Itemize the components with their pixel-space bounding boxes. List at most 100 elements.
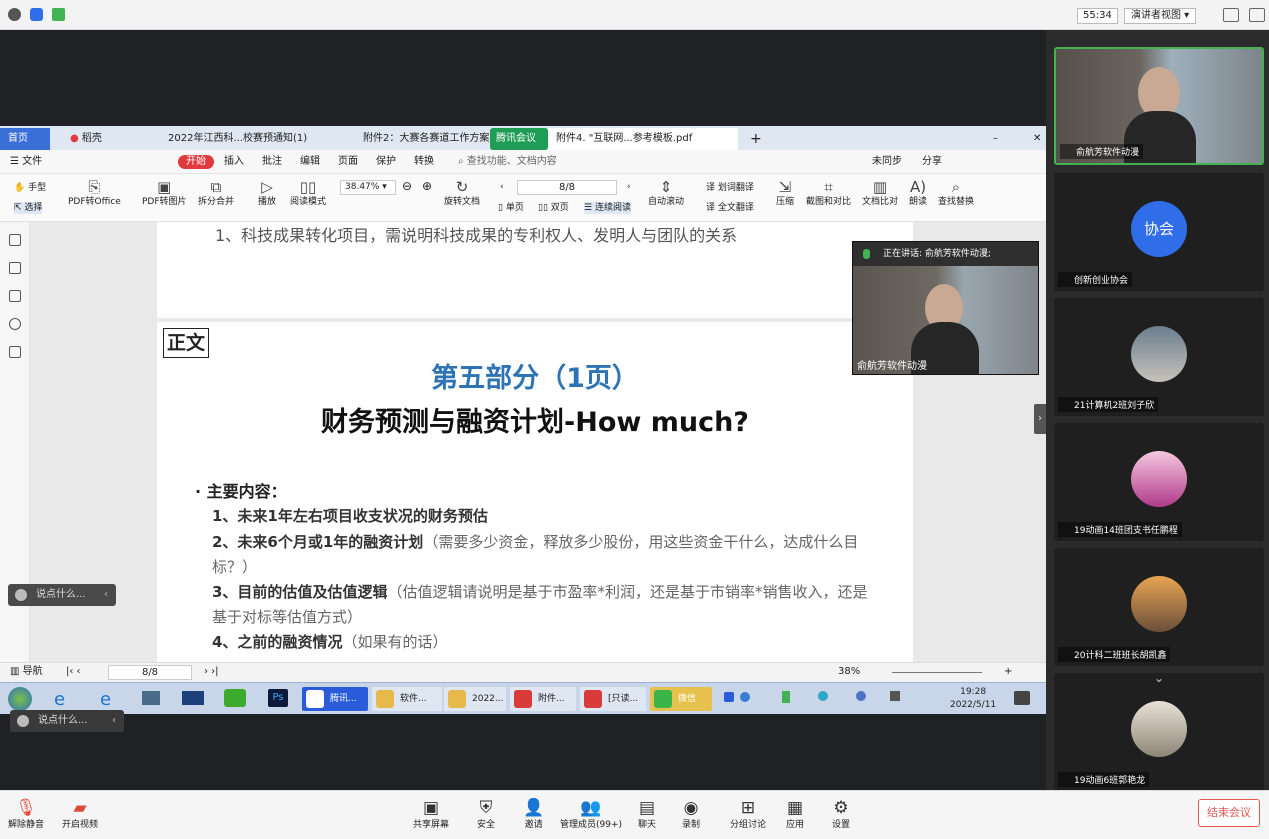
menu-insert[interactable]: 插入 xyxy=(224,155,244,169)
task-folder-software[interactable]: 软件... xyxy=(372,687,442,711)
tray-shield-icon[interactable] xyxy=(856,691,866,701)
tray-battery-icon[interactable] xyxy=(782,691,790,703)
status-page-input[interactable]: 8/8 xyxy=(108,665,192,680)
fullscreen-icon[interactable] xyxy=(1223,8,1239,22)
compress-button[interactable]: ⇲ 压缩 xyxy=(776,178,794,208)
select-tool[interactable]: ⇱ 选择 xyxy=(14,202,43,214)
participant-card[interactable]: 俞航芳软件动漫 xyxy=(1054,47,1264,165)
next-last-icon[interactable]: › ›| xyxy=(204,663,219,681)
explorer-icon[interactable] xyxy=(142,691,160,705)
sync-status[interactable]: 未同步 xyxy=(872,155,902,169)
collapse-icon[interactable]: ‹ xyxy=(112,710,116,732)
zoom-select[interactable]: 38.47% ▾ xyxy=(340,180,396,195)
menu-file[interactable]: ☰ 文件 xyxy=(10,155,42,169)
zoom-out-icon[interactable]: ⊖ xyxy=(402,180,412,192)
participant-card[interactable]: 19动画14班团支书任鹏程 xyxy=(1054,423,1264,541)
collapse-icon[interactable]: ‹ xyxy=(104,584,108,606)
tab-home[interactable]: 首页 xyxy=(0,128,50,150)
participant-card[interactable]: 协会 创新创业协会 xyxy=(1054,173,1264,291)
tab-docer[interactable]: ● 稻壳 xyxy=(62,128,152,150)
signal-icon[interactable] xyxy=(52,8,65,21)
tray-network-icon[interactable] xyxy=(818,691,828,701)
tab-attachment4[interactable]: 附件4. "互联网...参考模板.pdf xyxy=(548,128,738,150)
browser-icon[interactable]: e xyxy=(100,689,111,710)
participant-card[interactable]: 20计科二班班长胡凯鑫 xyxy=(1054,548,1264,666)
task-wechat[interactable]: 微信 xyxy=(650,687,712,711)
next-page-icon[interactable]: › xyxy=(627,181,631,193)
stamp-icon[interactable] xyxy=(9,346,21,358)
participant-card[interactable]: 19动画6班郭艳龙 ⌄ xyxy=(1054,673,1264,791)
task-tencent-meeting[interactable]: 腾讯... xyxy=(302,687,368,711)
shield-icon[interactable] xyxy=(30,8,43,21)
pdf-to-image-button[interactable]: ▣ PDF转图片 xyxy=(142,178,187,208)
full-translate-button[interactable]: 译 全文翻译 xyxy=(706,202,754,214)
search-function[interactable]: ⌕ 查找功能、文档内容 xyxy=(458,155,557,169)
menu-page[interactable]: 页面 xyxy=(338,155,358,169)
system-clock[interactable]: 19:28 2022/5/11 xyxy=(950,686,996,712)
start-video-button[interactable]: ▰ 开启视频 xyxy=(62,797,98,831)
read-aloud-button[interactable]: A) 朗读 xyxy=(909,178,927,208)
zoom-in-icon[interactable]: ⊕ xyxy=(422,180,432,192)
minimize-icon[interactable]: – xyxy=(985,128,1005,150)
first-prev-icon[interactable]: |‹ ‹ xyxy=(66,663,81,681)
hand-tool[interactable]: ✋ 手型 xyxy=(14,182,46,194)
info-icon[interactable] xyxy=(8,8,21,21)
panel-collapse-icon[interactable]: › xyxy=(1034,404,1046,434)
auto-scroll-button[interactable]: ⇕ 自动滚动 xyxy=(648,178,684,208)
bookmark-icon[interactable] xyxy=(9,234,21,246)
chat-button[interactable]: ▤ 聊天 xyxy=(638,797,656,831)
thumbnail-icon[interactable] xyxy=(9,262,21,274)
share-button[interactable]: 分享 xyxy=(922,155,942,169)
record-button[interactable]: ◉ 录制 xyxy=(682,797,700,831)
tab-notice[interactable]: 2022年江西科...校赛预通知(1) xyxy=(160,128,340,150)
prev-page-icon[interactable]: ‹ xyxy=(500,181,504,193)
doc-compare-button[interactable]: ▥ 文档比对 xyxy=(862,178,898,208)
continuous-read-button[interactable]: ☰ 连续阅读 xyxy=(584,202,631,214)
menu-annotate[interactable]: 批注 xyxy=(262,155,282,169)
nav-toggle[interactable]: ▥ 导航 xyxy=(10,663,43,681)
pdf-to-office-button[interactable]: ⎘ PDF转Office xyxy=(68,178,121,208)
photoshop-icon[interactable]: Ps xyxy=(268,689,288,707)
task-folder-2022[interactable]: 2022... xyxy=(444,687,506,711)
security-button[interactable]: ⛨ 安全 xyxy=(477,797,495,831)
ie-icon[interactable]: e xyxy=(54,689,65,710)
play-button[interactable]: ▷ 播放 xyxy=(258,178,276,208)
unmute-button[interactable]: 🎙 解除静音 xyxy=(8,797,44,831)
page-number-input[interactable]: 8/8 xyxy=(517,180,617,195)
chat-input[interactable]: 说点什么... ‹ xyxy=(10,710,124,732)
menu-protect[interactable]: 保护 xyxy=(376,155,396,169)
invite-button[interactable]: 👤 邀请 xyxy=(523,797,544,831)
floating-speaker-video[interactable]: 正在讲话: 俞航芳软件动漫; 俞航芳软件动漫 xyxy=(852,241,1039,375)
status-zoom[interactable]: 38% xyxy=(838,663,860,681)
manage-members-button[interactable]: 👥 管理成员(99+) xyxy=(560,797,622,831)
settings-button[interactable]: ⚙ 设置 xyxy=(832,797,850,831)
iqiyi-icon[interactable] xyxy=(224,689,246,707)
end-meeting-button[interactable]: 结束会议 xyxy=(1198,799,1260,827)
tray-app-icon[interactable] xyxy=(740,692,750,702)
desktop-icon[interactable] xyxy=(182,691,204,705)
attachment-icon[interactable] xyxy=(9,318,21,330)
tab-attachment2[interactable]: 附件2：大赛各赛道工作方案 xyxy=(355,128,495,150)
word-translate-button[interactable]: 译 划词翻译 xyxy=(706,182,754,194)
menu-edit[interactable]: 编辑 xyxy=(300,155,320,169)
presenter-view-button[interactable]: 演讲者视图 ▾ xyxy=(1124,8,1197,24)
apps-button[interactable]: ▦ 应用 xyxy=(786,797,804,831)
participant-card[interactable]: 21计算机2班刘子欣 xyxy=(1054,298,1264,416)
new-tab-icon[interactable]: + xyxy=(742,128,762,150)
split-merge-button[interactable]: ⧉ 拆分合并 xyxy=(198,178,234,208)
read-mode-button[interactable]: ▯▯ 阅读模式 xyxy=(290,178,326,208)
double-page-button[interactable]: ▯▯ 双页 xyxy=(538,202,569,214)
tray-volume-icon[interactable] xyxy=(890,691,900,701)
screenshot-compare-button[interactable]: ⌗ 截图和对比 xyxy=(806,178,851,208)
find-replace-button[interactable]: ⌕ 查找替换 xyxy=(938,178,974,208)
start-icon[interactable] xyxy=(8,687,32,711)
scroll-down-icon[interactable]: ⌄ xyxy=(1154,673,1164,685)
close-window-icon[interactable]: ✕ xyxy=(1025,128,1045,150)
status-zoom-in-icon[interactable]: + xyxy=(1004,663,1012,681)
menu-convert[interactable]: 转换 xyxy=(414,155,434,169)
menu-start[interactable]: 开始 xyxy=(178,155,214,169)
rotate-button[interactable]: ↻ 旋转文档 xyxy=(444,178,480,208)
share-screen-button[interactable]: ▣ 共享屏幕 xyxy=(413,797,449,831)
task-wps-readonly[interactable]: [只读... xyxy=(580,687,646,711)
layout-icon[interactable] xyxy=(1249,8,1265,22)
